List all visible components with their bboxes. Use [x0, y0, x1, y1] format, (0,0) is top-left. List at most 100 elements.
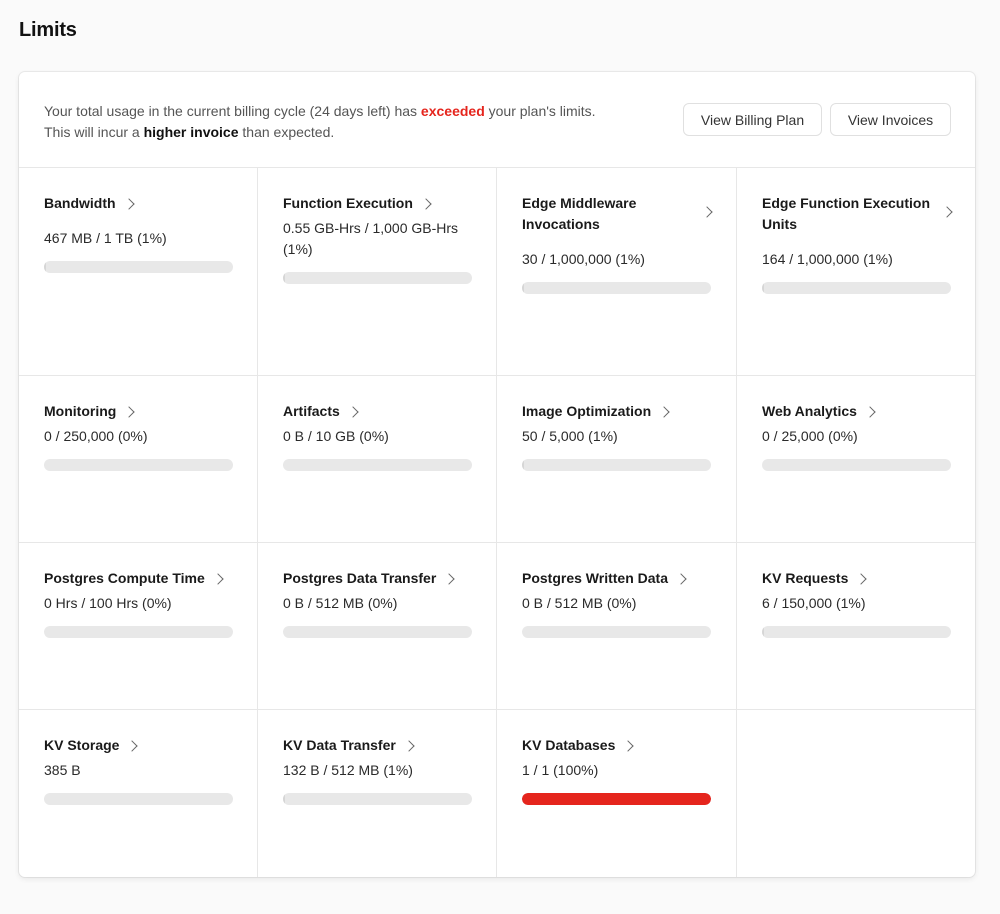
limit-title: Image Optimization — [522, 403, 652, 419]
warning-text-part: Your total usage in the current billing … — [44, 103, 421, 119]
chevron-right-icon — [622, 740, 635, 752]
progress-bar — [522, 793, 711, 805]
chevron-right-icon — [443, 573, 455, 585]
empty-cell — [737, 710, 975, 877]
warning-text-part: your plan's limits. — [484, 103, 596, 119]
chevron-right-icon — [347, 406, 359, 418]
limit-usage: 467 MB / 1 TB (1%) — [44, 230, 167, 246]
limit-title: Postgres Written Data — [522, 570, 668, 586]
usage-warning-banner: Your total usage in the current billing … — [19, 72, 975, 168]
higher-invoice-label: higher invoice — [143, 124, 239, 140]
progress-bar — [522, 626, 711, 638]
limit-usage: 1 / 1 (100%) — [522, 762, 599, 778]
limit-title: Bandwidth — [44, 195, 116, 211]
progress-bar — [44, 626, 233, 638]
progress-bar — [283, 272, 472, 284]
limit-link-postgres-data-transfer[interactable]: Postgres Data Transfer — [283, 568, 471, 589]
limit-cell-edge-function-execution-units: Edge Function Execution Units 164 / 1,00… — [737, 168, 975, 376]
limit-usage: 385 B — [44, 762, 81, 778]
chevron-right-icon — [122, 198, 135, 210]
chevron-right-icon — [658, 406, 670, 418]
limit-usage: 0 B / 512 MB (0%) — [522, 595, 637, 611]
limit-link-edge-middleware-invocations[interactable]: Edge Middleware Invocations — [522, 193, 713, 235]
limit-title: Postgres Compute Time — [44, 570, 205, 586]
progress-bar-fill — [522, 282, 524, 294]
limit-cell-kv-databases: KV Databases 1 / 1 (100%) — [497, 710, 737, 877]
limit-title: Artifacts — [283, 403, 340, 419]
warning-text-part: This will incur a — [44, 124, 144, 140]
chevron-right-icon — [126, 740, 139, 752]
progress-bar — [762, 626, 951, 638]
chevron-right-icon — [123, 406, 135, 418]
chevron-right-icon — [212, 573, 224, 585]
limit-cell-image-optimization: Image Optimization 50 / 5,000 (1%) — [497, 376, 737, 543]
progress-bar — [283, 626, 472, 638]
limit-link-monitoring[interactable]: Monitoring — [44, 401, 232, 422]
limit-link-postgres-compute-time[interactable]: Postgres Compute Time — [44, 568, 232, 589]
limit-link-bandwidth[interactable]: Bandwidth — [44, 193, 232, 214]
progress-bar — [44, 261, 233, 273]
exceeded-label: exceeded — [420, 103, 485, 119]
limit-link-function-execution[interactable]: Function Execution — [283, 193, 471, 214]
limit-title: KV Data Transfer — [283, 737, 396, 753]
limit-usage: 0 B / 512 MB (0%) — [283, 595, 398, 611]
limit-link-kv-data-transfer[interactable]: KV Data Transfer — [283, 735, 471, 756]
chevron-right-icon — [941, 206, 953, 218]
progress-bar — [762, 282, 951, 294]
limit-title: Function Execution — [283, 195, 413, 211]
limit-link-kv-storage[interactable]: KV Storage — [44, 735, 232, 756]
progress-bar-fill — [283, 272, 285, 284]
chevron-right-icon — [855, 573, 868, 585]
view-billing-plan-button[interactable]: View Billing Plan — [683, 103, 822, 136]
limit-cell-kv-data-transfer: KV Data Transfer 132 B / 512 MB (1%) — [258, 710, 497, 877]
limit-title: Monitoring — [44, 403, 117, 419]
limit-title: Edge Function Execution Units — [762, 195, 931, 232]
page-title: Limits — [19, 19, 77, 41]
chevron-right-icon — [701, 206, 713, 218]
limit-usage: 0 / 250,000 (0%) — [44, 428, 148, 444]
progress-bar-fill — [522, 459, 524, 471]
progress-bar-fill — [522, 793, 711, 805]
progress-bar-fill — [283, 793, 285, 805]
view-invoices-button[interactable]: View Invoices — [830, 103, 951, 136]
limit-link-kv-requests[interactable]: KV Requests — [762, 568, 950, 589]
progress-bar — [522, 459, 711, 471]
progress-bar — [762, 459, 951, 471]
limit-cell-monitoring: Monitoring 0 / 250,000 (0%) — [19, 376, 258, 543]
limit-cell-artifacts: Artifacts 0 B / 10 GB (0%) — [258, 376, 497, 543]
limit-cell-postgres-data-transfer: Postgres Data Transfer 0 B / 512 MB (0%) — [258, 543, 497, 710]
limit-cell-postgres-written-data: Postgres Written Data 0 B / 512 MB (0%) — [497, 543, 737, 710]
warning-text-part: than expected. — [238, 124, 335, 140]
limit-link-web-analytics[interactable]: Web Analytics — [762, 401, 950, 422]
limit-link-edge-function-execution-units[interactable]: Edge Function Execution Units — [762, 193, 953, 235]
limit-cell-kv-requests: KV Requests 6 / 150,000 (1%) — [737, 543, 975, 710]
progress-bar — [44, 793, 233, 805]
limit-usage: 0.55 GB-Hrs / 1,000 GB-Hrs (1%) — [283, 220, 459, 257]
limit-link-image-optimization[interactable]: Image Optimization — [522, 401, 711, 422]
limit-cell-edge-middleware-invocations: Edge Middleware Invocations 30 / 1,000,0… — [497, 168, 737, 376]
limit-usage: 30 / 1,000,000 (1%) — [522, 251, 645, 267]
progress-bar-fill — [762, 626, 764, 638]
limit-link-kv-databases[interactable]: KV Databases — [522, 735, 711, 756]
chevron-right-icon — [675, 573, 687, 585]
limit-cell-kv-storage: KV Storage 385 B — [19, 710, 258, 877]
limit-link-postgres-written-data[interactable]: Postgres Written Data — [522, 568, 711, 589]
chevron-right-icon — [864, 406, 876, 418]
limit-link-artifacts[interactable]: Artifacts — [283, 401, 471, 422]
limit-cell-bandwidth: Bandwidth 467 MB / 1 TB (1%) — [19, 168, 258, 376]
limit-title: KV Storage — [44, 737, 120, 753]
progress-bar-fill — [762, 282, 764, 294]
progress-bar — [283, 459, 472, 471]
progress-bar — [44, 459, 233, 471]
limit-usage: 0 Hrs / 100 Hrs (0%) — [44, 595, 172, 611]
limit-cell-function-execution: Function Execution 0.55 GB-Hrs / 1,000 G… — [258, 168, 497, 376]
limit-cell-postgres-compute-time: Postgres Compute Time 0 Hrs / 100 Hrs (0… — [19, 543, 258, 710]
limit-title: KV Requests — [762, 570, 849, 586]
progress-bar — [283, 793, 472, 805]
limit-usage: 132 B / 512 MB (1%) — [283, 762, 413, 778]
limits-grid: Bandwidth 467 MB / 1 TB (1%) Function Ex… — [19, 168, 975, 877]
limit-cell-web-analytics: Web Analytics 0 / 25,000 (0%) — [737, 376, 975, 543]
limit-usage: 50 / 5,000 (1%) — [522, 428, 618, 444]
limit-title: Postgres Data Transfer — [283, 570, 437, 586]
usage-warning-text: Your total usage in the current billing … — [44, 101, 664, 143]
